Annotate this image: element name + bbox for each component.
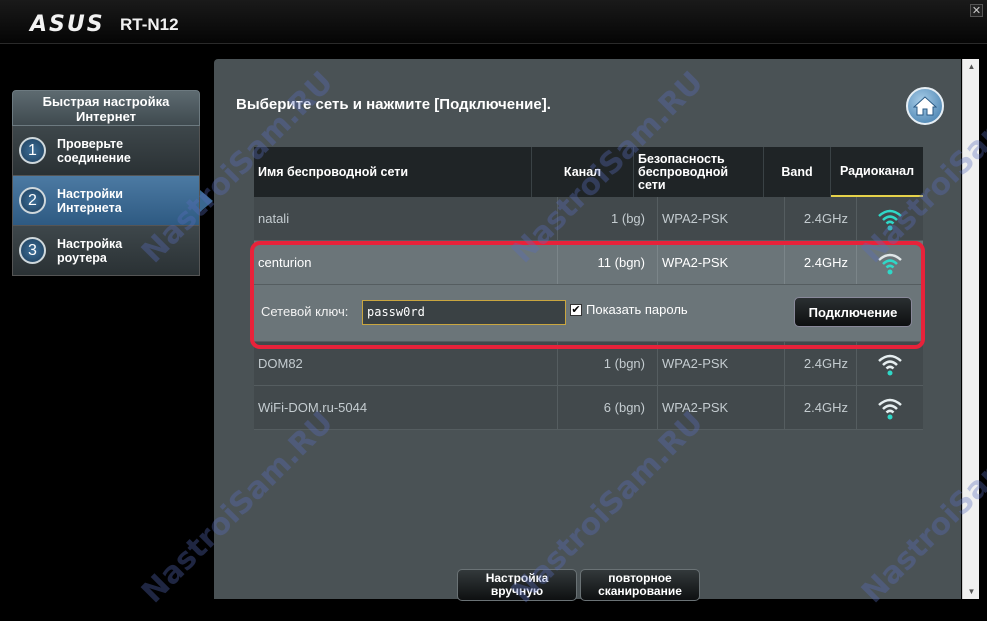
network-security: WPA2-PSK <box>658 386 785 429</box>
sidebar-item-label: Настройка роутера <box>57 236 123 265</box>
show-password-label: Показать пароль <box>586 302 688 317</box>
wifi-medium-icon <box>857 241 923 284</box>
scroll-down-icon[interactable]: ▼ <box>963 584 980 599</box>
sidebar-item-router-setup[interactable]: 3 Настройка роутера <box>12 226 200 276</box>
table-row[interactable]: DOM82 1 (bgn) WPA2-PSK 2.4GHz <box>254 342 923 386</box>
column-header-ssid: Имя беспроводной сети <box>254 147 532 197</box>
manual-setup-button[interactable]: Настройка вручную <box>457 569 577 601</box>
top-header: ASUS RT-N12 ✕ <box>0 0 987 44</box>
checkbox-checked-icon[interactable]: ✔ <box>570 303 582 316</box>
sidebar-item-label: Настройки Интернета <box>57 186 123 215</box>
step-1-icon: 1 <box>19 137 46 164</box>
table-row-selected[interactable]: centurion 11 (bgn) WPA2-PSK 2.4GHz <box>254 241 923 285</box>
table-header: Имя беспроводной сети Канал Безопасность… <box>254 147 923 197</box>
network-name: WiFi-DOM.ru-5044 <box>254 386 558 429</box>
sidebar-item-internet-settings[interactable]: 2 Настройки Интернета <box>12 176 213 226</box>
network-name: natali <box>254 197 558 240</box>
network-name: centurion <box>254 241 558 284</box>
step-3-icon: 3 <box>19 237 46 264</box>
table-row[interactable]: WiFi-DOM.ru-5044 6 (bgn) WPA2-PSK 2.4GHz <box>254 386 923 430</box>
brand-logo: ASUS <box>30 12 105 37</box>
page-title: Выберите сеть и нажмите [Подключение]. <box>236 96 551 113</box>
step-2-icon: 2 <box>19 187 46 214</box>
network-channel: 1 (bg) <box>558 197 658 240</box>
show-password-checkbox[interactable]: ✔ Показать пароль <box>570 302 688 317</box>
network-key-label: Сетевой ключ: <box>261 304 349 319</box>
wifi-weak-icon <box>857 342 923 385</box>
network-channel: 1 (bgn) <box>558 342 658 385</box>
sidebar-item-check-connection[interactable]: 1 Проверьте соединение <box>12 126 200 176</box>
network-band: 2.4GHz <box>785 241 857 284</box>
network-band: 2.4GHz <box>785 197 857 240</box>
main-panel: Выберите сеть и нажмите [Подключение]. И… <box>214 59 961 601</box>
home-button[interactable] <box>906 87 944 125</box>
network-band: 2.4GHz <box>785 386 857 429</box>
sidebar-item-label: Проверьте соединение <box>57 136 131 165</box>
network-key-input[interactable]: passw0rd <box>362 300 566 325</box>
network-channel: 6 (bgn) <box>558 386 658 429</box>
rescan-button[interactable]: повторное сканирование <box>580 569 700 601</box>
network-security: WPA2-PSK <box>658 342 785 385</box>
network-security: WPA2-PSK <box>658 197 785 240</box>
column-header-security: Безопасность беспроводной сети <box>634 147 764 197</box>
wifi-weak-icon <box>857 386 923 429</box>
scroll-up-icon[interactable]: ▲ <box>963 59 980 74</box>
model-name: RT-N12 <box>120 15 179 34</box>
table-row[interactable]: natali 1 (bg) WPA2-PSK 2.4GHz <box>254 197 923 241</box>
column-header-channel: Канал <box>532 147 634 197</box>
column-header-band: Band <box>764 147 831 197</box>
network-name: DOM82 <box>254 342 558 385</box>
sidebar: Быстрая настройка Интернет 1 Проверьте с… <box>12 90 213 276</box>
network-security: WPA2-PSK <box>658 241 785 284</box>
vertical-scrollbar[interactable]: ▲ ▼ <box>962 59 979 599</box>
wifi-strong-icon <box>857 197 923 240</box>
connect-button[interactable]: Подключение <box>794 297 912 327</box>
column-header-signal: Радиоканал <box>831 147 923 197</box>
active-arrow-icon <box>200 190 213 212</box>
network-key-row: Сетевой ключ: passw0rd ✔ Показать пароль… <box>254 285 923 342</box>
network-band: 2.4GHz <box>785 342 857 385</box>
network-channel: 11 (bgn) <box>558 241 658 284</box>
close-icon[interactable]: ✕ <box>970 4 983 17</box>
home-icon <box>913 96 937 116</box>
sidebar-title: Быстрая настройка Интернет <box>12 90 200 126</box>
network-table: Имя беспроводной сети Канал Безопасность… <box>254 147 923 430</box>
